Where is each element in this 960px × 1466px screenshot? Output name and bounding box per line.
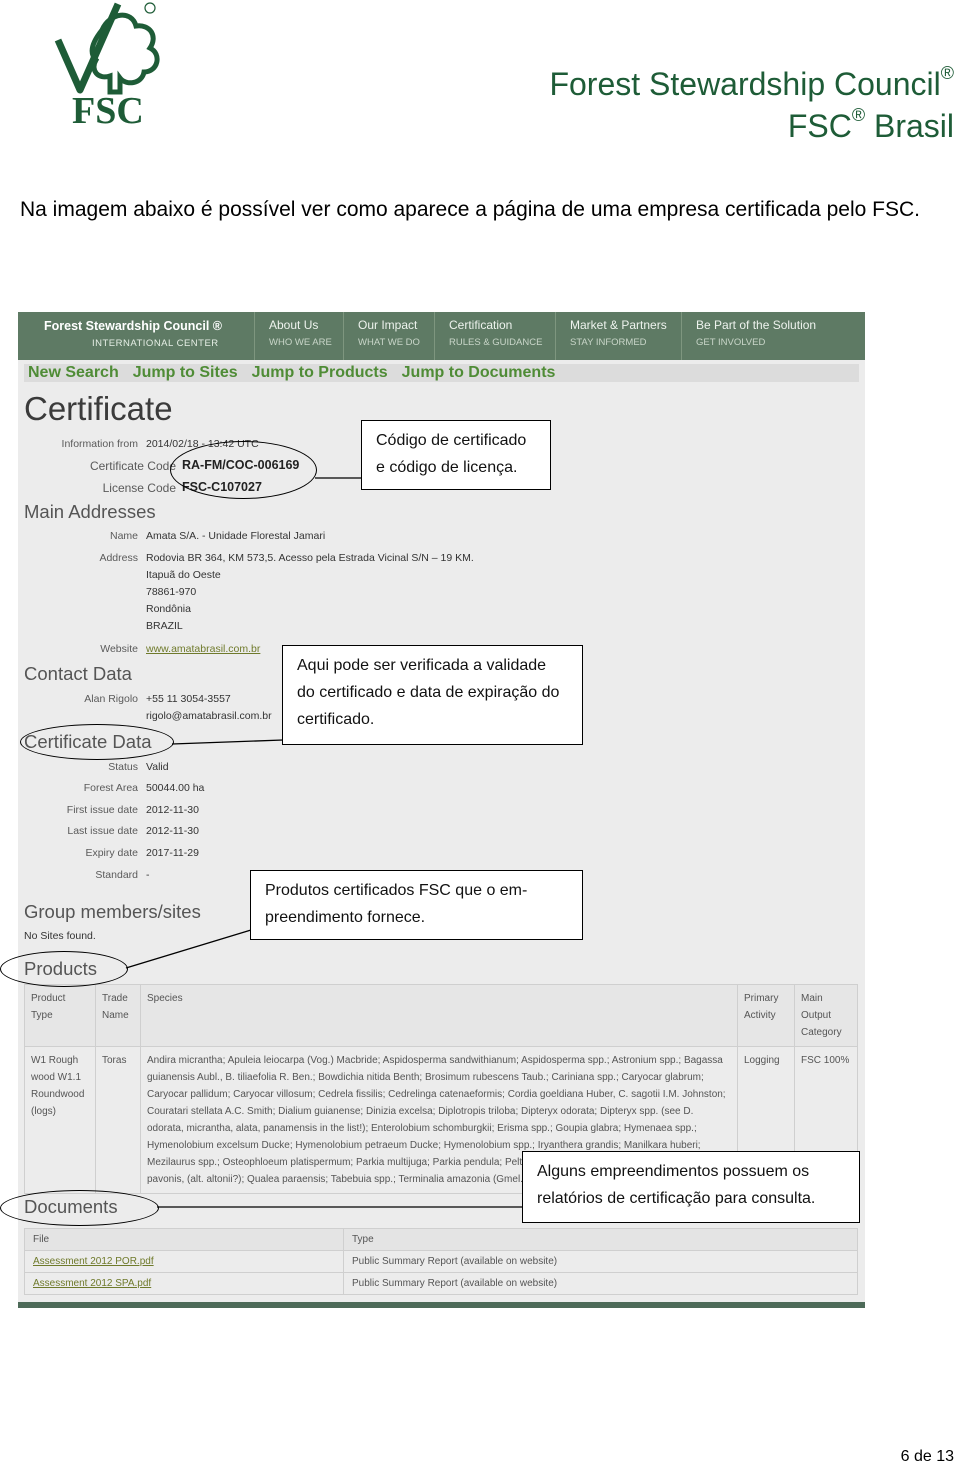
- callout-products: Produtos certificados FSC que o em-preen…: [250, 870, 583, 940]
- callout-codes: Código de certificado e código de licenç…: [361, 420, 551, 490]
- callout-validity: Aqui pode ser verificada a validade do c…: [282, 645, 583, 745]
- page-number: 6 de 13: [900, 1448, 954, 1465]
- callout-reports: Alguns empreendimentos possuem os relató…: [522, 1151, 860, 1223]
